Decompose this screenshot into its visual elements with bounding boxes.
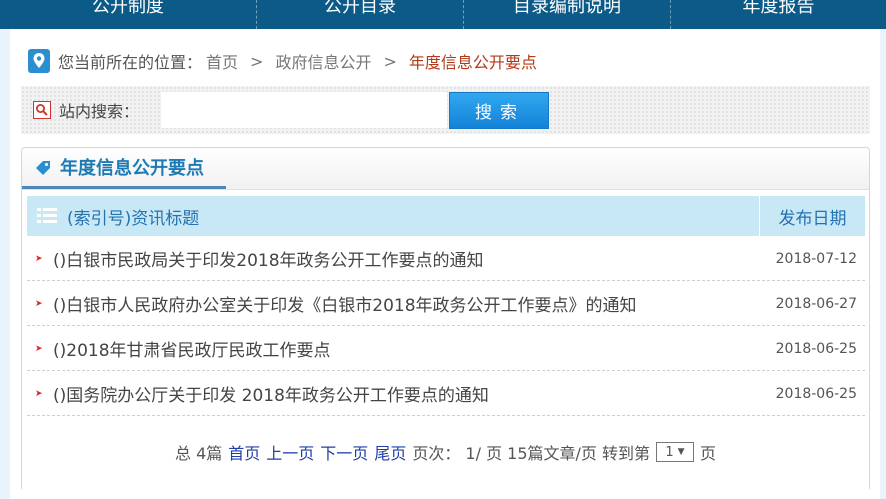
column-header-title: (索引号)资讯标题	[27, 196, 760, 236]
pager-last-link[interactable]: 尾页	[374, 440, 406, 464]
site-search-bar: 站内搜索： 搜索	[21, 86, 870, 134]
row-title-link[interactable]: ()白银市人民政府办公室关于印发《白银市2018年政务公开工作要点》的通知	[53, 291, 759, 316]
bullet-arrow-icon: ➤	[35, 343, 43, 354]
location-pin-icon	[28, 49, 50, 73]
breadcrumb: 您当前所在的位置： 首页 > 政府信息公开 > 年度信息公开要点	[28, 48, 537, 74]
breadcrumb-prefix: 您当前所在的位置：	[58, 53, 203, 72]
row-title-link[interactable]: ()白银市民政局关于印发2018年政务公开工作要点的通知	[53, 246, 759, 271]
nav-item-catalog-notes[interactable]: 目录编制说明	[464, 0, 671, 29]
row-date: 2018-07-12	[775, 250, 857, 267]
row-date: 2018-06-25	[775, 385, 857, 402]
table-row[interactable]: ➤ ()白银市人民政府办公室关于印发《白银市2018年政务公开工作要点》的通知 …	[27, 282, 865, 326]
pager-first-link[interactable]: 首页	[228, 440, 260, 464]
nav-item-disclosure-catalog[interactable]: 公开目录	[257, 0, 464, 29]
search-button[interactable]: 搜索	[449, 92, 549, 129]
page-jump-select[interactable]: 1 ▼	[656, 442, 694, 462]
nav-item-annual-report[interactable]: 年度报告	[671, 0, 886, 29]
nav-item-disclosure-system[interactable]: 公开制度	[0, 0, 257, 29]
box-header: 年度信息公开要点	[22, 148, 869, 190]
breadcrumb-separator: >	[383, 51, 397, 71]
breadcrumb-separator: >	[250, 51, 264, 71]
table-row[interactable]: ➤ ()2018年甘肃省民政厅民政工作要点 2018-06-25	[27, 327, 865, 371]
list-icon	[37, 208, 57, 223]
pagination: 总 4篇 首页 上一页 下一页 尾页 页次： 1/ 页 15篇文章/页 转到第 …	[22, 439, 869, 465]
table-header: (索引号)资讯标题 发布日期	[27, 196, 865, 236]
search-icon	[33, 101, 51, 119]
column-header-date: 发布日期	[778, 208, 847, 229]
page-jump-value: 1	[665, 444, 674, 460]
bullet-arrow-icon: ➤	[35, 298, 43, 309]
row-title-link[interactable]: ()国务院办公厅关于印发 2018年政务公开工作要点的通知	[53, 381, 759, 406]
search-label: 站内搜索：	[59, 102, 140, 121]
dropdown-arrow-icon: ▼	[677, 447, 685, 457]
pager-suffix: 页	[700, 444, 717, 463]
search-input[interactable]	[161, 92, 447, 128]
table-row[interactable]: ➤ ()白银市民政局关于印发2018年政务公开工作要点的通知 2018-07-1…	[27, 237, 865, 281]
pager-page-info: 页次： 1/ 页 15篇文章/页 转到第	[412, 444, 650, 463]
row-date: 2018-06-25	[775, 340, 857, 357]
row-date: 2018-06-27	[775, 295, 857, 312]
bullet-arrow-icon: ➤	[35, 253, 43, 264]
annual-points-box: 年度信息公开要点 (索引号)资讯标题 发布日期 ➤ ()白银市民政局关于印发20…	[21, 147, 870, 489]
bullet-arrow-icon: ➤	[35, 388, 43, 399]
pager-prev-link[interactable]: 上一页	[266, 440, 314, 464]
tag-icon	[36, 161, 50, 175]
top-navigation: 公开制度 公开目录 目录编制说明 年度报告	[0, 0, 886, 29]
row-title-link[interactable]: ()2018年甘肃省民政厅民政工作要点	[53, 336, 759, 361]
box-title-text: 年度信息公开要点	[60, 158, 204, 179]
box-title: 年度信息公开要点	[22, 148, 226, 189]
table-row[interactable]: ➤ ()国务院办公厅关于印发 2018年政务公开工作要点的通知 2018-06-…	[27, 372, 865, 416]
right-gutter	[880, 29, 886, 499]
pager-next-link[interactable]: 下一页	[320, 440, 368, 464]
pager-total: 总 4篇	[174, 444, 223, 463]
breadcrumb-current-page: 年度信息公开要点	[408, 53, 537, 72]
breadcrumb-home-link[interactable]: 首页	[206, 49, 238, 73]
breadcrumb-section-link[interactable]: 政府信息公开	[275, 49, 371, 73]
column-title-label: (索引号)资讯标题	[67, 208, 200, 229]
